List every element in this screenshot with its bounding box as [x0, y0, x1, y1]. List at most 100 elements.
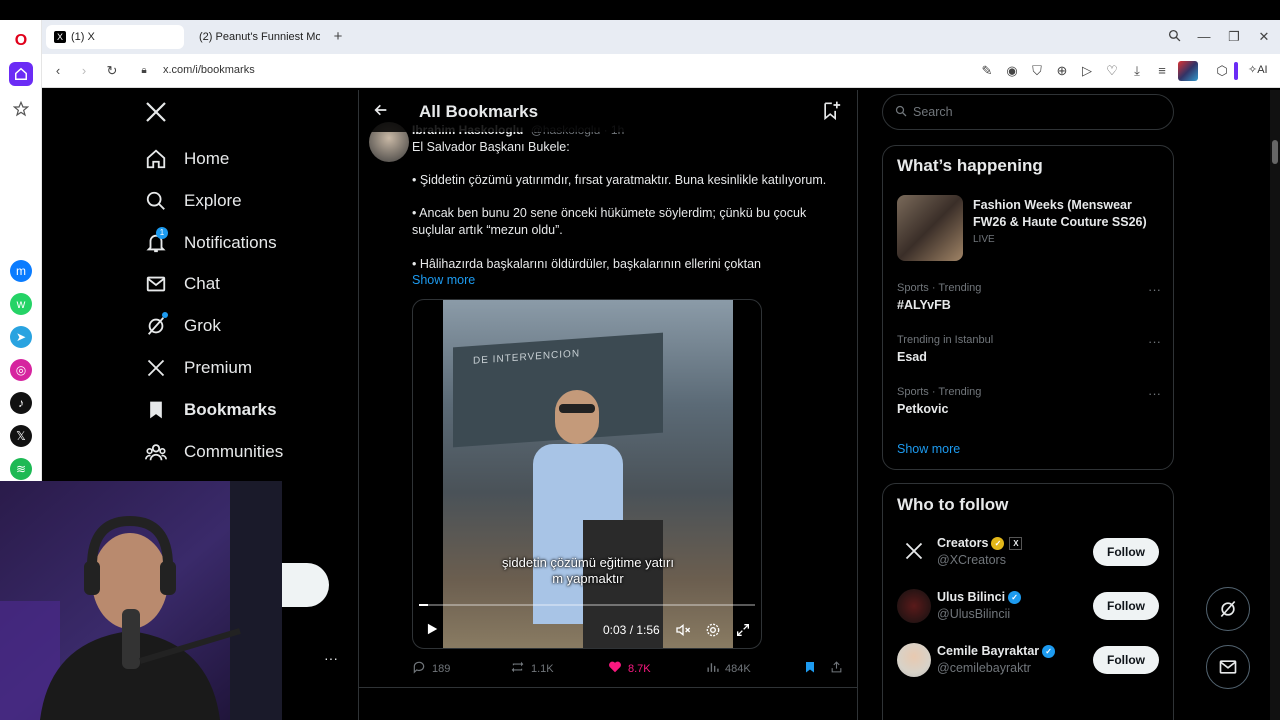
- trend-item[interactable]: Trending in Istanbul Esad ···: [897, 334, 1161, 364]
- reload-icon[interactable]: ↻: [104, 63, 120, 79]
- show-more-link[interactable]: Show more: [412, 273, 475, 287]
- new-tab-button[interactable]: +: [330, 29, 346, 45]
- follow-button[interactable]: Follow: [1093, 538, 1159, 566]
- grok-icon: [144, 312, 168, 338]
- bookmark-button[interactable]: [804, 660, 816, 677]
- subtitle-line: şiddetin çözümü eğitime yatırı: [502, 555, 674, 570]
- nav-notifications[interactable]: 1 Notifications: [144, 223, 277, 263]
- x-sidebar-icon[interactable]: 𝕏: [10, 425, 32, 447]
- heart-icon[interactable]: ♡: [1104, 63, 1120, 79]
- follow-button[interactable]: Follow: [1093, 592, 1159, 620]
- page-scrollbar[interactable]: [1270, 90, 1280, 720]
- nav-home[interactable]: Home: [144, 139, 229, 179]
- reply-button[interactable]: 189: [412, 660, 450, 677]
- menu-icon[interactable]: ≡: [1154, 63, 1170, 79]
- restore-button[interactable]: ❐: [1226, 29, 1242, 45]
- x-favicon-icon: X: [54, 31, 66, 43]
- scrollbar-thumb[interactable]: [1272, 140, 1278, 164]
- more-dots-icon[interactable]: ···: [1148, 334, 1161, 349]
- who-to-follow-box: Who to follow Creators ✓ X @XCreators Foll…: [882, 483, 1174, 720]
- repost-button[interactable]: 1.1K: [510, 660, 554, 677]
- opera-logo-icon[interactable]: O: [10, 30, 32, 52]
- bookmark-filled-icon: [804, 660, 816, 677]
- trend-item[interactable]: Sports · Trending #ALYvFB ···: [897, 282, 1161, 312]
- camera-icon[interactable]: ◉: [1004, 63, 1020, 79]
- nav-chat[interactable]: Chat: [144, 264, 220, 304]
- back-arrow-icon[interactable]: [373, 102, 391, 120]
- follow-account-name[interactable]: Cemile Bayraktar ✓: [937, 644, 1056, 659]
- like-button[interactable]: 8.7K: [608, 660, 651, 677]
- show-more-trends-link[interactable]: Show more: [897, 442, 960, 456]
- nav-label: Notifications: [184, 233, 277, 252]
- account-more-icon[interactable]: ···: [324, 650, 338, 666]
- home-icon: [144, 147, 168, 171]
- add-bookmark-folder-icon[interactable]: [821, 99, 843, 121]
- lock-icon: 🔒︎: [141, 65, 147, 76]
- snapshot-icon[interactable]: ✎: [979, 63, 995, 79]
- tab-peanut[interactable]: (2) Peanut's Funniest Mom: [186, 25, 320, 49]
- x-logo-icon[interactable]: [144, 100, 170, 126]
- like-count: 8.7K: [628, 662, 651, 675]
- search-placeholder: Search: [913, 105, 953, 119]
- spotify-icon[interactable]: ≋: [10, 458, 32, 480]
- vpn-icon[interactable]: ⊕: [1054, 63, 1070, 79]
- ulus-bilinci-avatar[interactable]: [897, 589, 931, 623]
- search-input[interactable]: Search: [882, 94, 1174, 130]
- cemile-bayraktar-avatar[interactable]: [897, 643, 931, 677]
- telegram-icon[interactable]: ➤: [10, 326, 32, 348]
- nav-communities[interactable]: Communities: [144, 432, 283, 472]
- tab-x[interactable]: X (1) X: [46, 25, 184, 49]
- video-progress-track[interactable]: [419, 604, 755, 606]
- cube-icon[interactable]: ⬡: [1214, 63, 1230, 79]
- more-dots-icon[interactable]: ···: [1148, 282, 1161, 297]
- player-icon[interactable]: ▷: [1079, 63, 1095, 79]
- back-icon[interactable]: ‹: [50, 63, 66, 79]
- url-field[interactable]: x.com/i/bookmarks: [163, 64, 255, 76]
- verified-gold-icon: ✓: [991, 537, 1005, 551]
- views-button[interactable]: 484K: [706, 660, 751, 677]
- tiktok-icon[interactable]: ♪: [10, 392, 32, 414]
- tweet-video[interactable]: DE INTERVENCION şiddetin çözümü eğitime …: [412, 299, 762, 649]
- profile-avatar[interactable]: [1178, 61, 1198, 81]
- screen-top-bar: [0, 0, 1280, 20]
- download-icon[interactable]: ⤓: [1129, 63, 1145, 79]
- creators-avatar[interactable]: [897, 534, 931, 568]
- settings-gear-icon[interactable]: [705, 622, 721, 638]
- grok-floating-button[interactable]: [1206, 587, 1250, 631]
- messenger-icon[interactable]: m: [10, 260, 32, 282]
- address-bar: ‹ › ↻ 🔒︎ x.com/i/bookmarks ✎ ◉ ⛉ ⊕ ▷ ♡ ⤓…: [42, 54, 1280, 88]
- fullscreen-icon[interactable]: [735, 622, 751, 638]
- main-header: All Bookmarks: [359, 90, 857, 132]
- featured-title[interactable]: Fashion Weeks (Menswear FW26 & Haute Cou…: [973, 197, 1163, 231]
- messages-floating-button[interactable]: [1206, 645, 1250, 689]
- ai-button[interactable]: ✧AI: [1248, 63, 1268, 76]
- trend-name: Petkovic: [897, 402, 949, 416]
- minimize-button[interactable]: —: [1196, 29, 1212, 45]
- follow-account-name[interactable]: Ulus Bilinci ✓: [937, 590, 1022, 605]
- follow-account-name[interactable]: Creators ✓ X: [937, 536, 1023, 551]
- featured-thumbnail[interactable]: [897, 195, 963, 261]
- nav-grok[interactable]: Grok: [144, 306, 221, 346]
- trend-name: Esad: [897, 350, 927, 364]
- follow-button[interactable]: Follow: [1093, 646, 1159, 674]
- instagram-icon[interactable]: ◎: [10, 359, 32, 381]
- share-button[interactable]: [830, 660, 843, 677]
- forward-icon[interactable]: ›: [76, 63, 92, 79]
- nav-label: Chat: [184, 274, 220, 293]
- nav-label: Explore: [184, 191, 242, 210]
- mute-icon[interactable]: [675, 622, 691, 638]
- more-dots-icon[interactable]: ···: [1148, 386, 1161, 401]
- who-to-follow-title: Who to follow: [897, 495, 1009, 514]
- shield-icon[interactable]: ⛉: [1029, 63, 1045, 79]
- pinboard-icon[interactable]: [10, 98, 32, 120]
- tab-search-icon[interactable]: [1166, 29, 1182, 45]
- nav-explore[interactable]: Explore: [144, 181, 242, 221]
- whatsapp-icon[interactable]: w: [10, 293, 32, 315]
- nav-premium[interactable]: Premium: [144, 348, 252, 388]
- close-window-button[interactable]: ✕: [1256, 29, 1272, 45]
- trend-item[interactable]: Sports · Trending Petkovic ···: [897, 386, 1161, 416]
- nav-bookmarks[interactable]: Bookmarks: [144, 390, 277, 430]
- home-space-icon[interactable]: [9, 62, 33, 86]
- ai-label: AI: [1257, 64, 1268, 76]
- play-icon[interactable]: [425, 622, 439, 636]
